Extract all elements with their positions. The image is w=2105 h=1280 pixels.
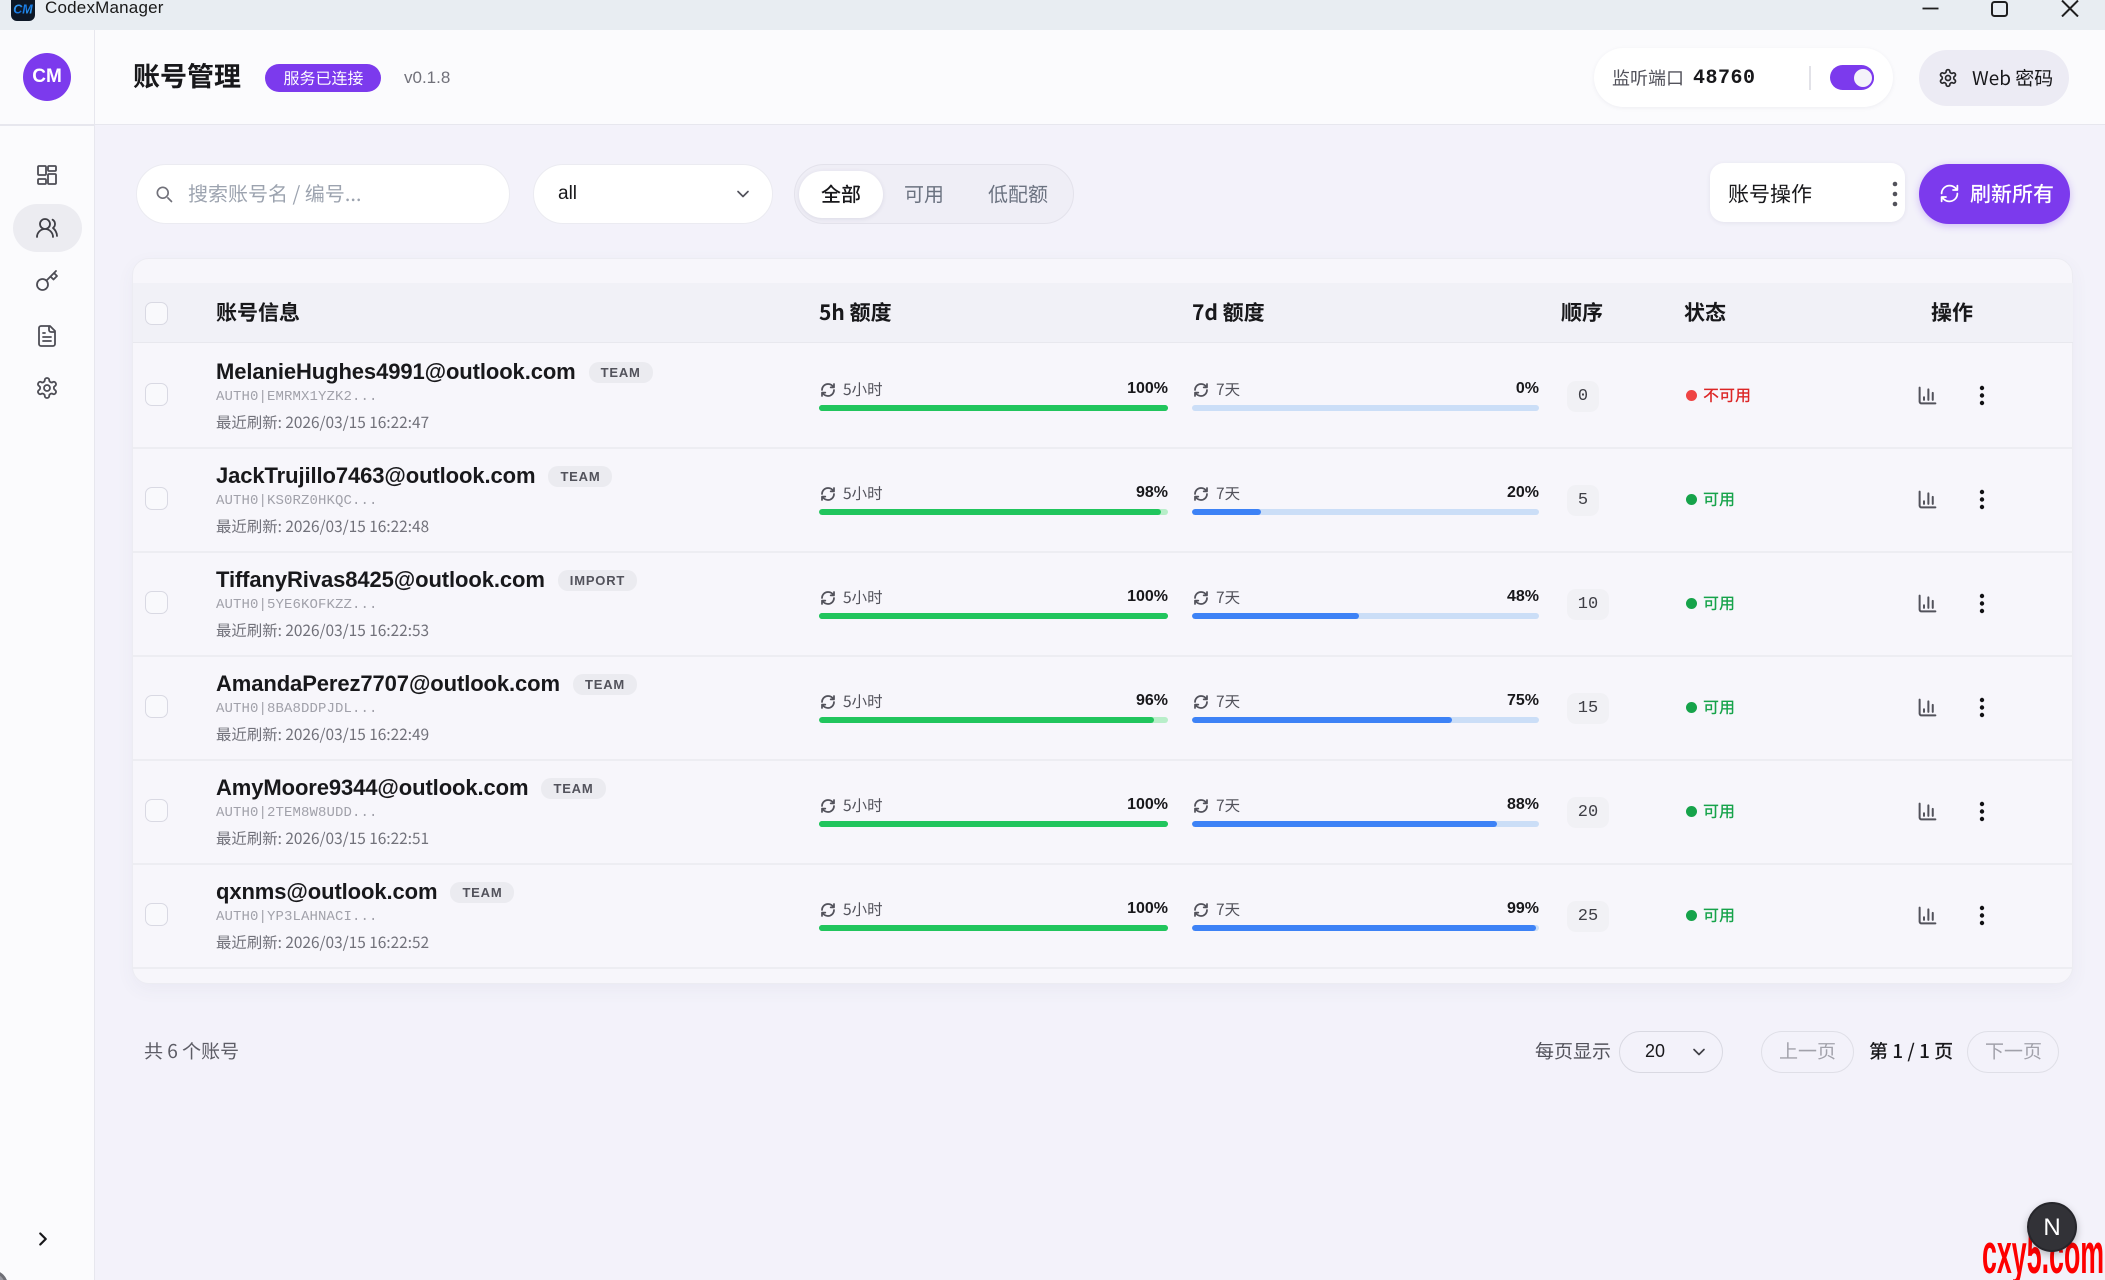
svg-text:CM: CM	[13, 3, 33, 17]
